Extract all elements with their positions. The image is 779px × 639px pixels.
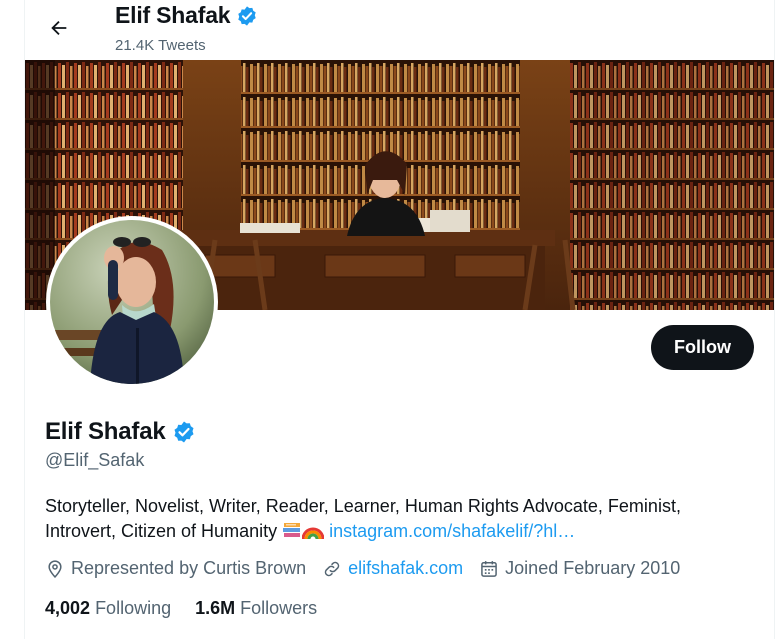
profile-column: Elif Shafak 21.4K Tweets Follow Elif Sha… bbox=[24, 0, 775, 639]
profile-stats: 4,002 Following 1.6M Followers bbox=[45, 598, 317, 619]
bio-link[interactable]: instagram.com/shafakelif/?hl… bbox=[329, 521, 575, 541]
rainbow-emoji-icon bbox=[302, 527, 325, 540]
verified-badge-icon bbox=[238, 5, 257, 26]
following-link[interactable]: 4,002 Following bbox=[45, 598, 171, 619]
header-title: Elif Shafak bbox=[115, 2, 258, 29]
followers-count: 1.6M bbox=[195, 598, 236, 618]
profile-avatar[interactable] bbox=[46, 216, 218, 388]
profile-name: Elif Shafak bbox=[45, 418, 196, 446]
profile-handle: @Elif_Safak bbox=[45, 450, 145, 470]
display-name: Elif Shafak bbox=[45, 418, 166, 445]
profile-header: Elif Shafak 21.4K Tweets bbox=[25, 0, 774, 60]
header-name: Elif Shafak bbox=[115, 2, 231, 28]
followers-link[interactable]: 1.6M Followers bbox=[195, 598, 317, 619]
avatar-image bbox=[50, 220, 214, 384]
profile-meta: Represented by Curtis Brown elifshafak.c… bbox=[45, 558, 696, 579]
back-button[interactable] bbox=[41, 10, 77, 46]
following-count: 4,002 bbox=[45, 598, 91, 618]
arrow-left-icon bbox=[51, 20, 67, 36]
following-label: Following bbox=[95, 598, 172, 618]
books-emoji-icon bbox=[283, 523, 301, 537]
website-link[interactable]: elifshafak.com bbox=[348, 558, 463, 579]
link-icon bbox=[324, 561, 340, 576]
joined-item: Joined February 2010 bbox=[479, 558, 680, 579]
profile-bio: Storyteller, Novelist, Writer, Reader, L… bbox=[45, 494, 755, 544]
followers-label: Followers bbox=[240, 598, 318, 618]
location-item: Represented by Curtis Brown bbox=[45, 558, 306, 579]
location-text: Represented by Curtis Brown bbox=[71, 558, 307, 578]
follow-button[interactable]: Follow bbox=[651, 325, 754, 370]
calendar-icon bbox=[481, 560, 498, 577]
joined-text: Joined February 2010 bbox=[505, 558, 681, 578]
tweet-count: 21.4K Tweets bbox=[115, 37, 206, 54]
website-item: elifshafak.com bbox=[322, 558, 463, 579]
verified-badge-icon bbox=[174, 421, 194, 443]
location-pin-icon bbox=[48, 559, 62, 578]
